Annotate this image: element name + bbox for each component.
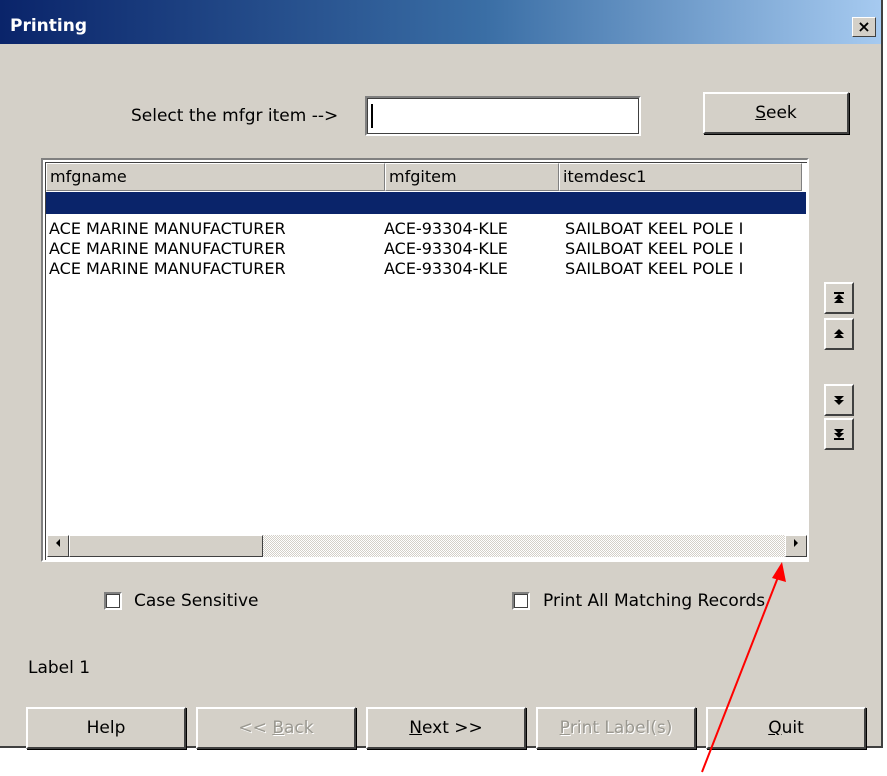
next-record-button[interactable] xyxy=(824,384,854,416)
scroll-right-arrow-icon xyxy=(794,539,798,547)
printing-dialog: Printing × Select the mfgr item --> Seek… xyxy=(0,0,883,749)
table-row[interactable]: ACE MARINE MANUFACTURER ACE-93304-KLE SA… xyxy=(46,239,806,259)
next-button[interactable]: Next >> xyxy=(366,707,526,749)
scroll-right-button[interactable] xyxy=(785,535,807,557)
quit-button[interactable]: Quit xyxy=(706,707,866,749)
back-button-prefix: << xyxy=(238,718,273,738)
cell-mfgitem: ACE-93304-KLE xyxy=(384,219,508,238)
back-button-accel: B xyxy=(272,718,284,738)
print-all-matching-label: Print All Matching Records xyxy=(543,591,766,611)
cell-itemdesc1: SAILBOAT KEEL POLE I xyxy=(565,239,744,258)
next-record-icon xyxy=(834,396,844,405)
cell-mfgname: ACE MARINE MANUFACTURER xyxy=(49,219,286,238)
cell-mfgname: ACE MARINE MANUFACTURER xyxy=(49,259,286,278)
case-sensitive-checkbox[interactable] xyxy=(104,592,122,610)
column-header-itemdesc1[interactable]: itemdesc1 xyxy=(559,163,802,191)
help-button-label: Help xyxy=(86,718,126,738)
quit-button-accel: Q xyxy=(768,718,782,738)
close-button[interactable]: × xyxy=(852,17,876,37)
table-row[interactable]: ACE MARINE MANUFACTURER ACE-93304-KLE SA… xyxy=(46,259,806,279)
mfgr-item-search-input[interactable] xyxy=(365,96,641,136)
last-record-icon xyxy=(834,429,844,440)
selected-row[interactable] xyxy=(46,192,806,214)
previous-record-button[interactable] xyxy=(824,318,854,350)
window-title: Printing xyxy=(10,16,87,36)
results-grid[interactable]: mfgname mfgitem itemdesc1 ACE MARINE MAN… xyxy=(41,158,809,562)
table-row[interactable]: ACE MARINE MANUFACTURER ACE-93304-KLE SA… xyxy=(46,219,806,239)
last-record-button[interactable] xyxy=(824,418,854,450)
cell-itemdesc1: SAILBOAT KEEL POLE I xyxy=(565,259,744,278)
status-label: Label 1 xyxy=(28,658,91,678)
print-labels-button-label: rint Label(s) xyxy=(569,718,673,738)
first-record-button[interactable] xyxy=(824,282,854,314)
print-all-matching-checkbox[interactable] xyxy=(512,592,530,610)
scroll-left-button[interactable] xyxy=(47,535,69,557)
search-label: Select the mfgr item --> xyxy=(131,106,339,126)
back-button-label: ack xyxy=(283,718,314,738)
print-labels-button[interactable]: Print Label(s) xyxy=(536,707,696,749)
first-record-icon xyxy=(834,292,844,303)
grid-header: mfgname mfgitem itemdesc1 xyxy=(46,163,806,191)
cell-itemdesc1: SAILBOAT KEEL POLE I xyxy=(565,219,744,238)
cell-mfgname: ACE MARINE MANUFACTURER xyxy=(49,239,286,258)
scroll-left-arrow-icon xyxy=(56,539,60,547)
quit-button-label: uit xyxy=(781,718,804,738)
title-bar[interactable]: Printing × xyxy=(0,0,881,44)
scroll-thumb[interactable] xyxy=(69,535,263,557)
seek-button-label: eek xyxy=(766,103,797,123)
close-icon: × xyxy=(857,17,871,36)
next-button-accel: N xyxy=(409,718,422,738)
help-button[interactable]: Help xyxy=(26,707,186,749)
column-header-mfgname[interactable]: mfgname xyxy=(46,163,385,191)
next-button-label: ext >> xyxy=(421,718,483,738)
cell-mfgitem: ACE-93304-KLE xyxy=(384,239,508,258)
back-button[interactable]: << Back xyxy=(196,707,356,749)
print-labels-button-accel: P xyxy=(559,718,570,738)
seek-button[interactable]: Seek xyxy=(703,92,849,134)
cell-mfgitem: ACE-93304-KLE xyxy=(384,259,508,278)
text-caret xyxy=(371,104,373,128)
seek-button-accel: S xyxy=(755,103,767,123)
previous-record-icon xyxy=(834,329,844,338)
case-sensitive-label: Case Sensitive xyxy=(134,591,259,611)
horizontal-scrollbar[interactable] xyxy=(47,535,807,557)
column-header-mfgitem[interactable]: mfgitem xyxy=(385,163,559,191)
